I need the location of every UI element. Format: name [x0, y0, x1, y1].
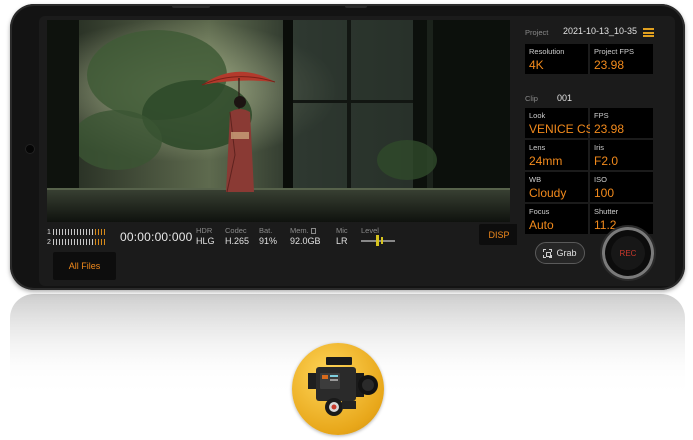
- param-label: Iris: [594, 143, 604, 152]
- param-fps[interactable]: FPS 23.98: [590, 108, 653, 138]
- level-indicator-marker-secondary: [381, 237, 383, 244]
- hdr-value: HLG: [196, 236, 215, 246]
- rec-button-inner: REC: [611, 236, 645, 270]
- param-value: 23.98: [594, 58, 625, 72]
- param-value: 100: [594, 186, 615, 200]
- scene-image: [47, 20, 510, 222]
- volume-button: [172, 4, 210, 8]
- param-label: Project FPS: [594, 47, 635, 56]
- param-label: Shutter: [594, 207, 619, 216]
- battery-value: 91%: [259, 236, 278, 246]
- param-focus[interactable]: Focus Auto: [525, 204, 588, 234]
- rec-button[interactable]: REC: [605, 230, 651, 276]
- grab-label: Grab: [556, 248, 577, 258]
- memory-value: 92.0GB: [290, 236, 321, 246]
- param-iris[interactable]: Iris F2.0: [590, 140, 653, 170]
- audio-level-meter: 1 2: [47, 227, 107, 247]
- clip-row: Clip 001: [525, 93, 605, 105]
- codec-label: Codec: [225, 226, 247, 235]
- param-value: VENICE CS: [529, 122, 594, 136]
- param-iso[interactable]: ISO 100: [590, 172, 653, 202]
- grab-button[interactable]: Grab: [535, 242, 585, 264]
- sd-card-icon: [310, 228, 316, 234]
- rec-label: REC: [619, 248, 637, 258]
- viewfinder-preview[interactable]: [47, 20, 510, 222]
- param-shutter[interactable]: Shutter 11.2: [590, 204, 653, 234]
- hdr-label: HDR: [196, 226, 213, 235]
- app-screen: 1 2 00:00:00:000 HDR HLG Codec H.265 Bat…: [39, 16, 675, 286]
- screen-capture-icon: [543, 248, 553, 258]
- param-label: FPS: [594, 111, 609, 120]
- param-project-fps[interactable]: Project FPS 23.98: [590, 44, 653, 74]
- param-look[interactable]: Look VENICE CS: [525, 108, 594, 138]
- meter-bars-2: [53, 239, 107, 245]
- power-button: [345, 4, 367, 8]
- param-value: 24mm: [529, 154, 563, 168]
- clip-value: 001: [557, 93, 573, 103]
- mic-label: Mic: [336, 226, 348, 235]
- mic-value: LR: [336, 236, 348, 246]
- param-label: ISO: [594, 175, 607, 184]
- param-resolution[interactable]: Resolution 4K: [525, 44, 588, 74]
- all-files-button[interactable]: All Files: [53, 252, 116, 280]
- param-value: 23.98: [594, 122, 625, 136]
- clip-label: Clip: [525, 94, 538, 103]
- param-wb[interactable]: WB Cloudy: [525, 172, 588, 202]
- param-value: 11.2: [594, 218, 617, 232]
- disp-button[interactable]: DISP: [479, 224, 519, 245]
- hamburger-menu-icon[interactable]: [643, 28, 654, 37]
- param-value: F2.0: [594, 154, 619, 168]
- level-indicator-marker: [376, 235, 379, 246]
- battery-stat: Bat. 91%: [259, 226, 277, 247]
- mic-stat: Mic LR: [336, 226, 348, 247]
- timecode: 00:00:00:000: [120, 230, 193, 244]
- memory-label: Mem.: [290, 226, 321, 236]
- project-value: 2021-10-13_10-35: [562, 26, 637, 36]
- cinema-camera-icon: [308, 357, 378, 416]
- param-value: 4K: [529, 58, 544, 72]
- memory-label-text: Mem.: [290, 226, 309, 235]
- battery-label: Bat.: [259, 226, 273, 235]
- param-value: Auto: [529, 218, 554, 232]
- codec-stat: Codec H.265: [225, 226, 249, 247]
- phone-body: 1 2 00:00:00:000 HDR HLG Codec H.265 Bat…: [10, 4, 685, 290]
- param-label: Lens: [529, 143, 546, 152]
- codec-value: H.265: [225, 236, 250, 246]
- memory-stat: Mem. 92.0GB: [290, 226, 321, 247]
- param-lens[interactable]: Lens 24mm: [525, 140, 588, 170]
- param-label: Look: [529, 111, 546, 120]
- param-label: WB: [529, 175, 542, 184]
- project-row[interactable]: Project 2021-10-13_10-35: [525, 26, 655, 40]
- front-camera: [26, 145, 34, 153]
- hdr-stat: HDR HLG: [196, 226, 215, 247]
- settings-panel: Project 2021-10-13_10-35 Resolution 4K P…: [517, 16, 675, 286]
- project-label: Project: [525, 28, 549, 37]
- param-label: Focus: [529, 207, 550, 216]
- meter-bars-1: [53, 229, 107, 235]
- param-label: Resolution: [529, 47, 565, 56]
- cinema-camera-app-icon: [292, 343, 384, 435]
- param-value: Cloudy: [529, 186, 567, 200]
